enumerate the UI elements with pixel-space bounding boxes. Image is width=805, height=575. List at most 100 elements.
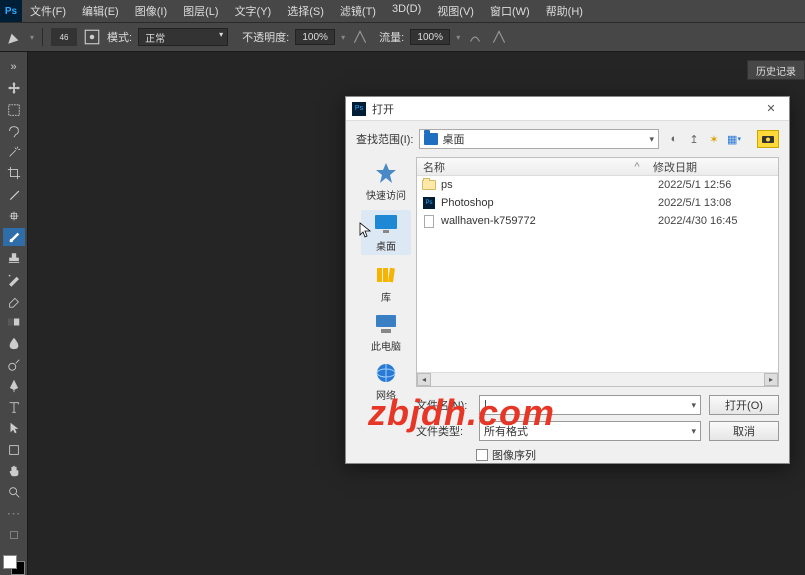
airbrush-icon[interactable] xyxy=(466,28,484,46)
folder-icon xyxy=(422,180,436,190)
current-tool-icon[interactable] xyxy=(6,28,24,46)
lasso-tool[interactable] xyxy=(3,122,25,140)
history-brush-tool[interactable] xyxy=(3,271,25,289)
heal-tool[interactable] xyxy=(3,207,25,225)
flow-label: 流量: xyxy=(379,29,404,45)
brush-panel-icon[interactable] xyxy=(83,28,101,46)
options-bar: ▾ 46 模式: 正常 不透明度: ▾ 流量: ▾ xyxy=(0,22,805,52)
camera-button[interactable] xyxy=(757,130,779,148)
open-button[interactable]: 打开(O) xyxy=(709,395,779,415)
dialog-titlebar: Ps 打开 ✕ xyxy=(346,97,789,121)
network-icon xyxy=(372,361,400,385)
stamp-tool[interactable] xyxy=(3,249,25,267)
menu-item[interactable]: 图像(I) xyxy=(127,3,175,19)
crop-tool[interactable] xyxy=(3,164,25,182)
marquee-tool[interactable] xyxy=(3,101,25,119)
sort-indicator-icon: ^ xyxy=(627,161,647,173)
place-quickaccess[interactable]: 快速访问 xyxy=(361,161,411,202)
filetype-select[interactable]: 所有格式 xyxy=(479,421,701,441)
file-date: 2022/4/30 16:45 xyxy=(646,215,778,227)
filename-input[interactable]: | xyxy=(479,395,701,415)
menu-item[interactable]: 文字(Y) xyxy=(227,3,280,19)
menu-item[interactable]: 文件(F) xyxy=(22,3,74,19)
eraser-tool[interactable] xyxy=(3,292,25,310)
pc-icon xyxy=(372,312,400,336)
collapse-icon[interactable]: » xyxy=(3,58,25,76)
menu-item[interactable]: 窗口(W) xyxy=(482,3,538,19)
col-date[interactable]: 修改日期 xyxy=(647,159,778,175)
menu-item[interactable]: 编辑(E) xyxy=(74,3,127,19)
file-row[interactable]: wallhaven-k7597722022/4/30 16:45 xyxy=(417,212,778,230)
text-tool[interactable] xyxy=(3,398,25,416)
dialog-title: 打开 xyxy=(372,101,394,117)
place-library[interactable]: 库 xyxy=(361,263,411,304)
place-desktop[interactable]: 桌面 xyxy=(361,210,411,255)
menu-item[interactable]: 视图(V) xyxy=(429,3,482,19)
sequence-label: 图像序列 xyxy=(492,447,536,463)
menu-item[interactable]: 帮助(H) xyxy=(538,3,591,19)
open-dialog: Ps 打开 ✕ 查找范围(I): 桌面 ◐ ↥ ✶ ▦▾ 快速访问 xyxy=(345,96,790,464)
path-select-tool[interactable] xyxy=(3,419,25,437)
scroll-right-icon[interactable]: ▸ xyxy=(764,373,778,386)
up-icon[interactable]: ↥ xyxy=(685,130,703,148)
file-name: ps xyxy=(441,179,646,191)
h-scrollbar[interactable]: ◂ ▸ xyxy=(417,372,778,386)
folder-icon xyxy=(424,133,438,145)
newfolder-icon[interactable]: ✶ xyxy=(705,130,723,148)
sequence-checkbox[interactable] xyxy=(476,449,488,461)
file-date: 2022/5/1 13:08 xyxy=(646,197,778,209)
dodge-tool[interactable] xyxy=(3,356,25,374)
star-icon xyxy=(372,161,400,185)
brush-preview-icon[interactable]: 46 xyxy=(51,28,77,46)
wand-tool[interactable] xyxy=(3,143,25,161)
flow-input[interactable] xyxy=(410,29,450,45)
places-bar: 快速访问 桌面 库 此电脑 网络 xyxy=(356,157,416,387)
toolbox: » ⋯ xyxy=(0,52,28,575)
mode-label: 模式: xyxy=(107,29,132,45)
menu-item[interactable]: 选择(S) xyxy=(279,3,332,19)
list-header[interactable]: 名称 ^ 修改日期 xyxy=(417,158,778,176)
menu-item[interactable]: 3D(D) xyxy=(384,3,429,19)
file-row[interactable]: PsPhotoshop2022/5/1 13:08 xyxy=(417,194,778,212)
hand-tool[interactable] xyxy=(3,462,25,480)
place-network[interactable]: 网络 xyxy=(361,361,411,402)
brush-tool[interactable] xyxy=(3,228,25,246)
menu-item[interactable]: 图层(L) xyxy=(175,3,226,19)
file-name: wallhaven-k759772 xyxy=(441,215,646,227)
eyedropper-tool[interactable] xyxy=(3,186,25,204)
filetype-label: 文件类型: xyxy=(416,423,471,439)
menu-item[interactable]: 滤镜(T) xyxy=(332,3,384,19)
shape-tool[interactable] xyxy=(3,441,25,459)
file-icon xyxy=(424,215,434,228)
menubar: Ps 文件(F)编辑(E)图像(I)图层(L)文字(Y)选择(S)滤镜(T)3D… xyxy=(0,0,805,22)
views-icon[interactable]: ▦▾ xyxy=(725,130,743,148)
edit-toolbar-icon[interactable] xyxy=(3,526,25,544)
opacity-pressure-icon[interactable] xyxy=(351,28,369,46)
ps-logo-icon: Ps xyxy=(0,0,22,22)
cancel-button[interactable]: 取消 xyxy=(709,421,779,441)
place-thispc[interactable]: 此电脑 xyxy=(361,312,411,353)
opacity-input[interactable] xyxy=(295,29,335,45)
opacity-label: 不透明度: xyxy=(242,29,289,45)
more-tools-icon[interactable]: ⋯ xyxy=(3,504,25,522)
history-panel-tab[interactable]: 历史记录 xyxy=(747,60,805,80)
col-name[interactable]: 名称 xyxy=(417,159,627,175)
file-name: Photoshop xyxy=(441,197,646,209)
scroll-left-icon[interactable]: ◂ xyxy=(417,373,431,386)
move-tool[interactable] xyxy=(3,79,25,97)
blur-tool[interactable] xyxy=(3,334,25,352)
blend-mode-select[interactable]: 正常 xyxy=(138,28,228,46)
lookup-label: 查找范围(I): xyxy=(356,131,413,147)
lookup-select[interactable]: 桌面 xyxy=(419,129,659,149)
back-icon[interactable]: ◐ xyxy=(665,130,683,148)
ps-icon: Ps xyxy=(352,102,366,116)
zoom-tool[interactable] xyxy=(3,483,25,501)
color-swatch[interactable] xyxy=(3,555,25,575)
flow-pressure-icon[interactable] xyxy=(490,28,508,46)
pen-tool[interactable] xyxy=(3,377,25,395)
close-button[interactable]: ✕ xyxy=(759,100,783,118)
file-date: 2022/5/1 12:56 xyxy=(646,179,778,191)
monitor-icon xyxy=(372,212,400,236)
file-row[interactable]: ps2022/5/1 12:56 xyxy=(417,176,778,194)
gradient-tool[interactable] xyxy=(3,313,25,331)
